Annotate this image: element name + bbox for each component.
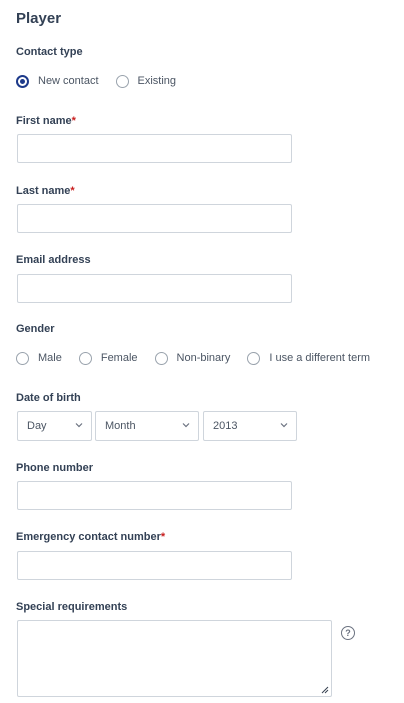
- radio-label: Non-binary: [176, 352, 231, 364]
- first-name-label: First name*: [16, 115, 76, 127]
- email-label: Email address: [16, 254, 91, 266]
- last-name-label: Last name*: [16, 185, 75, 197]
- radio-checked-icon: [16, 74, 29, 88]
- select-value: 2013: [213, 420, 238, 432]
- email-field[interactable]: [17, 274, 292, 303]
- chevron-down-icon: [280, 423, 288, 428]
- form-title: Player: [16, 10, 62, 27]
- special-requirements-textarea[interactable]: [17, 620, 332, 697]
- contact-type-label: Contact type: [16, 46, 83, 58]
- emergency-label-text: Emergency contact number: [16, 531, 161, 543]
- radio-existing[interactable]: Existing: [115, 74, 177, 88]
- dob-label: Date of birth: [16, 392, 81, 404]
- dob-year-select[interactable]: 2013: [203, 411, 297, 441]
- emergency-label: Emergency contact number*: [16, 531, 165, 543]
- last-name-field[interactable]: [17, 204, 292, 233]
- radio-label: Male: [38, 352, 62, 364]
- last-name-label-text: Last name: [16, 185, 71, 197]
- radio-label: New contact: [38, 75, 99, 87]
- first-name-field[interactable]: [17, 134, 292, 163]
- question-circle-icon[interactable]: ?: [341, 626, 355, 640]
- dob-month-select[interactable]: Month: [95, 411, 199, 441]
- radio-label: I use a different term: [269, 352, 371, 364]
- radio-different-term[interactable]: I use a different term: [247, 351, 371, 365]
- radio-new-contact[interactable]: New contact: [16, 74, 99, 88]
- radio-unchecked-icon: [154, 351, 168, 365]
- radio-male[interactable]: Male: [16, 351, 62, 365]
- gender-group: Male Female Non-binary I use a different…: [16, 350, 370, 366]
- required-mark: *: [160, 531, 166, 543]
- required-mark: *: [71, 115, 76, 127]
- special-requirements-label: Special requirements: [16, 601, 128, 613]
- phone-field[interactable]: [17, 481, 292, 510]
- radio-label: Existing: [137, 75, 177, 87]
- radio-non-binary[interactable]: Non-binary: [154, 351, 231, 365]
- resize-grip-icon[interactable]: [319, 684, 329, 694]
- radio-female[interactable]: Female: [78, 351, 138, 365]
- required-mark: *: [70, 185, 75, 197]
- radio-unchecked-icon: [115, 74, 129, 88]
- chevron-down-icon: [75, 423, 83, 428]
- select-value: Month: [105, 420, 136, 432]
- chevron-down-icon: [182, 423, 190, 428]
- contact-type-group: New contact Existing: [16, 73, 193, 89]
- select-value: Day: [27, 420, 47, 432]
- radio-label: Female: [100, 352, 138, 364]
- dob-day-select[interactable]: Day: [17, 411, 92, 441]
- first-name-label-text: First name: [16, 115, 72, 127]
- emergency-field[interactable]: [17, 551, 292, 580]
- gender-label: Gender: [16, 323, 55, 335]
- radio-unchecked-icon: [78, 351, 92, 365]
- phone-label: Phone number: [16, 462, 94, 474]
- radio-unchecked-icon: [247, 351, 261, 365]
- radio-unchecked-icon: [16, 351, 29, 365]
